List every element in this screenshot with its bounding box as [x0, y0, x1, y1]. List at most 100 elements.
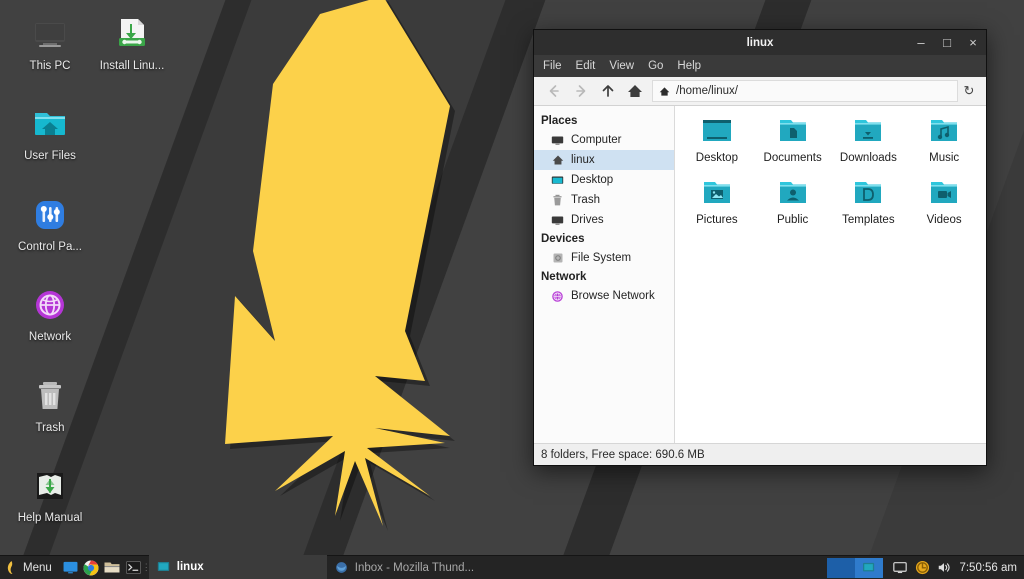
display-icon: [893, 562, 907, 574]
workspace-1[interactable]: [827, 558, 855, 578]
sidebar-item-trash[interactable]: Trash: [534, 190, 674, 210]
back-button[interactable]: [540, 79, 567, 103]
folder-music-icon: [927, 118, 961, 148]
menu-item-go[interactable]: Go: [648, 59, 671, 74]
file-manager-icon: [157, 560, 170, 573]
quicklaunch-terminal[interactable]: [123, 556, 144, 579]
folder-label: Downloads: [840, 152, 897, 164]
up-button[interactable]: [594, 79, 621, 103]
menu-item-help[interactable]: Help: [677, 59, 709, 74]
sidebar-item-browse-network[interactable]: Browse Network: [534, 286, 674, 306]
computer-icon: [550, 133, 565, 148]
sidebar-item-linux[interactable]: linux: [534, 150, 674, 170]
minimize-button[interactable]: –: [908, 30, 934, 55]
menu-logo-icon: [5, 560, 18, 575]
sidebar-section-network: Network: [534, 268, 674, 286]
tray-volume-button[interactable]: [933, 556, 955, 579]
folder-item-videos[interactable]: Videos: [906, 176, 982, 238]
desktop-icon-user-files[interactable]: User Files: [2, 104, 98, 163]
folder-grid[interactable]: Desktop Documents: [675, 106, 986, 443]
desktop-icon-label: Trash: [2, 421, 98, 435]
taskbar-window-linux[interactable]: linux: [149, 555, 327, 579]
back-arrow-icon: [546, 83, 562, 99]
status-text: 8 folders, Free space: 690.6 MB: [541, 449, 705, 461]
tray-display-button[interactable]: [889, 556, 911, 579]
sidebar-item-label: Desktop: [571, 174, 613, 186]
up-arrow-icon: [600, 83, 616, 99]
taskbar-window-label: Inbox - Mozilla Thund...: [355, 562, 474, 574]
file-manager-icon: [862, 562, 876, 574]
folder-item-public[interactable]: Public: [755, 176, 831, 238]
sidebar-item-file-system[interactable]: File System: [534, 248, 674, 268]
sidebar-section-places: Places: [534, 112, 674, 130]
taskbar[interactable]: Menu: [0, 555, 1024, 579]
menu-item-view[interactable]: View: [609, 59, 642, 74]
start-menu-button[interactable]: Menu: [0, 556, 60, 579]
sidebar[interactable]: Places Computer: [534, 106, 675, 443]
folder-templates-icon: [851, 180, 885, 210]
folder-item-desktop[interactable]: Desktop: [679, 114, 755, 176]
trash-icon: [550, 193, 565, 208]
install-package-icon: [112, 14, 152, 54]
update-manager-icon: [915, 560, 930, 575]
sidebar-item-label: Browse Network: [571, 290, 655, 302]
desktop-icon-network[interactable]: Network: [2, 285, 98, 344]
sidebar-item-desktop[interactable]: Desktop: [534, 170, 674, 190]
forward-arrow-icon: [573, 83, 589, 99]
window-titlebar[interactable]: linux – □ ×: [534, 30, 986, 55]
desktop[interactable]: This PC Install Linu... User Files: [0, 0, 1024, 579]
workspace-switcher[interactable]: [827, 556, 883, 579]
folder-item-downloads[interactable]: Downloads: [831, 114, 907, 176]
file-manager-window[interactable]: linux – □ × File Edit View Go Help: [533, 29, 987, 466]
disk-icon: [550, 251, 565, 266]
forward-button[interactable]: [567, 79, 594, 103]
globe-network-icon: [30, 285, 70, 325]
sidebar-item-drives[interactable]: Drives: [534, 210, 674, 230]
folder-item-pictures[interactable]: Pictures: [679, 176, 755, 238]
home-folder-icon: [30, 104, 70, 144]
sliders-settings-icon: [30, 195, 70, 235]
refresh-button[interactable]: ↻: [958, 80, 980, 102]
file-list-area[interactable]: Desktop Documents: [675, 106, 986, 443]
tray-update-manager-button[interactable]: [911, 556, 933, 579]
desktop-icon-label: Install Linu...: [84, 59, 180, 73]
folder-label: Public: [777, 214, 808, 226]
home-icon: [550, 153, 565, 168]
quicklaunch-chrome[interactable]: [81, 556, 102, 579]
folder-pictures-icon: [700, 180, 734, 210]
terminal-icon: [126, 561, 141, 574]
desktop-icon-label: Help Manual: [2, 511, 98, 525]
menu-item-file[interactable]: File: [543, 59, 570, 74]
folder-videos-icon: [927, 180, 961, 210]
desktop-icon-install-linux[interactable]: Install Linu...: [84, 14, 180, 73]
quicklaunch-show-desktop[interactable]: [60, 556, 81, 579]
folder-label: Templates: [842, 214, 894, 226]
status-bar: 8 folders, Free space: 690.6 MB: [534, 443, 986, 465]
workspace-2[interactable]: [855, 558, 883, 578]
path-input[interactable]: /home/linux/: [652, 80, 958, 102]
clock[interactable]: 7:50:56 am: [955, 562, 1024, 574]
desktop-icon-label: Network: [2, 330, 98, 344]
folder-item-documents[interactable]: Documents: [755, 114, 831, 176]
home-button[interactable]: [621, 79, 648, 103]
menu-bar[interactable]: File Edit View Go Help: [534, 55, 986, 77]
toolbar[interactable]: /home/linux/ ↻: [534, 77, 986, 106]
globe-icon: [550, 289, 565, 304]
folder-item-music[interactable]: Music: [906, 114, 982, 176]
folder-item-templates[interactable]: Templates: [831, 176, 907, 238]
folder-label: Desktop: [696, 152, 738, 164]
desktop-icon-help-manual[interactable]: Help Manual: [2, 466, 98, 525]
maximize-button[interactable]: □: [934, 30, 960, 55]
taskbar-window-thunderbird[interactable]: Inbox - Mozilla Thund...: [327, 556, 543, 579]
sidebar-item-computer[interactable]: Computer: [534, 130, 674, 150]
desktop-icon-trash[interactable]: Trash: [2, 376, 98, 435]
desktop-icon-control-panel[interactable]: Control Pa...: [2, 195, 98, 254]
close-button[interactable]: ×: [960, 30, 986, 55]
sidebar-item-label: Drives: [571, 214, 604, 226]
sidebar-section-devices: Devices: [534, 230, 674, 248]
folder-downloads-icon: [851, 118, 885, 148]
menu-item-edit[interactable]: Edit: [576, 59, 604, 74]
folder-label: Documents: [764, 152, 822, 164]
quicklaunch-file-manager[interactable]: [102, 556, 123, 579]
system-tray[interactable]: 7:50:56 am: [827, 556, 1024, 579]
